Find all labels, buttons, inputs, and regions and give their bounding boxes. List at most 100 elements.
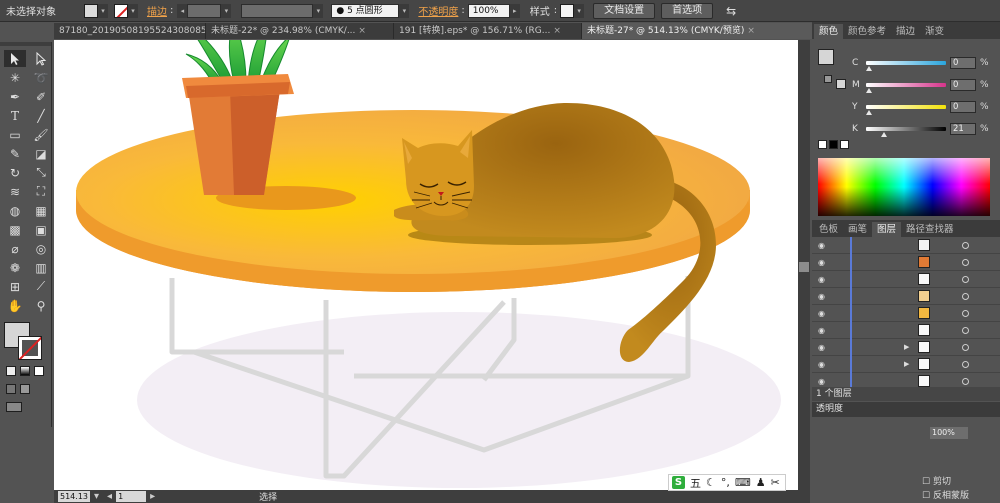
mesh-tool-icon[interactable]: ▩ [4,221,26,238]
m-slider[interactable] [866,83,946,93]
eye-icon[interactable]: ◉ [818,377,830,386]
layer-row[interactable]: ◉ ▶ [812,339,1000,356]
c-value-field[interactable]: 0 [950,57,976,69]
eye-icon[interactable]: ◉ [818,275,830,284]
expand-arrow-icon[interactable]: ▶ [904,360,909,368]
gradient-mode-icon[interactable] [20,366,30,376]
eye-icon[interactable]: ◉ [818,309,830,318]
tab-pathfinder[interactable]: 路径查找器 [901,222,959,237]
tab-stroke[interactable]: 描边 [891,24,920,39]
clip-checkbox[interactable]: ☐ 剪切 [922,474,951,487]
prev-artboard-icon[interactable]: ◂ [107,491,112,502]
vertical-scrollbar[interactable] [798,40,810,490]
tab-doc-1[interactable]: 87180_20190508195524308085.ai*× [54,23,206,39]
target-icon[interactable] [962,327,969,334]
user-icon[interactable]: ♟ [756,476,766,489]
eye-icon[interactable]: ◉ [818,343,830,352]
eye-icon[interactable]: ◉ [818,241,830,250]
fill-color-box[interactable] [818,49,834,65]
opacity-field[interactable]: 100% [930,427,968,439]
opacity-label[interactable]: 不透明度 [418,3,458,18]
c-slider[interactable] [866,61,946,71]
slider-knob[interactable] [866,66,872,71]
black-swatch[interactable] [829,140,838,149]
skin-icon[interactable]: ✂ [771,476,780,489]
k-slider[interactable] [866,127,946,137]
m-value-field[interactable]: 0 [950,79,976,91]
hand-tool-icon[interactable]: ✋ [4,297,26,314]
chevron-down-icon[interactable]: ▾ [94,491,99,502]
web-safe-color-icon[interactable] [836,79,846,89]
layer-row[interactable]: ◉ ▶ [812,356,1000,373]
stroke-weight-field[interactable] [187,3,222,18]
perspective-tool-icon[interactable]: ▦ [30,202,52,219]
brush-dropdown[interactable]: ▾ [399,3,410,18]
symbol-sprayer-tool-icon[interactable]: ❁ [4,259,26,276]
opacity-dropdown[interactable]: ▸ [509,3,520,18]
transparency-tab[interactable]: 透明度 [812,402,1000,417]
artboard-tool-icon[interactable]: ⊞ [4,278,26,295]
tab-color-guide[interactable]: 颜色参考 [843,24,891,39]
type-tool-icon[interactable]: T [4,107,26,124]
tab-doc-3[interactable]: 191 [转换].eps* @ 156.71% (RG... × [394,23,582,39]
style-dropdown[interactable]: ▾ [574,3,585,18]
tab-brushes[interactable]: 画笔 [843,222,872,237]
fill-swatch[interactable] [84,3,98,18]
eye-icon[interactable]: ◉ [818,326,830,335]
eraser-tool-icon[interactable]: ◪ [30,145,52,162]
variable-width-field[interactable] [241,3,314,18]
eye-icon[interactable]: ◉ [818,292,830,301]
eyedropper-tool-icon[interactable]: ⌀ [4,240,26,257]
rectangle-tool-icon[interactable]: ▭ [4,126,26,143]
layer-row[interactable]: ◉ [812,237,1000,254]
opacity-field[interactable]: 100% [467,3,510,18]
screen-mode-icon[interactable] [6,402,22,412]
eye-icon[interactable]: ◉ [818,258,830,267]
color-spectrum[interactable] [818,158,990,216]
tab-doc-2[interactable]: 未标题-22* @ 234.98% (CMYK/... × [206,23,394,39]
eye-icon[interactable]: ◉ [818,360,830,369]
variable-width-dropdown[interactable]: ▾ [313,3,324,18]
target-icon[interactable] [962,242,969,249]
ime-toolbar[interactable]: S 五 ☾ °, ⌨ ♟ ✂ [668,474,786,491]
stroke-swatch[interactable] [114,3,128,18]
scale-tool-icon[interactable]: ⤡ [30,164,52,181]
stroke-label[interactable]: 描边 [147,3,167,18]
curvature-tool-icon[interactable]: ✐ [30,88,52,105]
close-icon[interactable]: × [553,26,561,36]
white-swatch[interactable] [840,140,849,149]
magic-wand-tool-icon[interactable]: ✳ [4,69,26,86]
close-icon[interactable]: × [358,26,366,36]
slider-knob[interactable] [866,110,872,115]
artboard-number-field[interactable]: 1 [116,491,147,502]
slice-tool-icon[interactable]: ⟋ [30,278,52,295]
illustration[interactable] [54,40,798,490]
fill-dropdown[interactable]: ▾ [98,3,108,18]
invert-mask-checkbox[interactable]: ☐ 反相蒙版 [922,488,969,501]
expand-arrow-icon[interactable]: ▶ [904,343,909,351]
slider-knob[interactable] [881,132,887,137]
tab-doc-4-active[interactable]: 未标题-27* @ 514.13% (CMYK/预览) × [582,23,814,39]
line-tool-icon[interactable]: ╱ [30,107,52,124]
blend-tool-icon[interactable]: ◎ [30,240,52,257]
punctuation-icon[interactable]: °, [721,476,730,489]
out-of-gamut-icon[interactable] [824,75,832,83]
pencil-tool-icon[interactable]: ✎ [4,145,26,162]
shape-builder-tool-icon[interactable]: ◍ [4,202,26,219]
target-icon[interactable] [962,344,969,351]
none-mode-icon[interactable] [34,366,44,376]
selection-tool-icon[interactable] [4,50,26,67]
y-slider[interactable] [866,105,946,115]
stroke-weight-dropdown[interactable]: ▾ [221,3,232,18]
color-mode-icon[interactable] [6,366,16,376]
y-value-field[interactable]: 0 [950,101,976,113]
ime-mode[interactable]: 五 [690,475,701,491]
rotate-tool-icon[interactable]: ↻ [4,164,26,181]
moon-icon[interactable]: ☾ [706,476,716,489]
target-icon[interactable] [962,361,969,368]
column-graph-tool-icon[interactable]: ▥ [30,259,52,276]
zoom-tool-icon[interactable]: ⚲ [30,297,52,314]
paintbrush-tool-icon[interactable]: 🖌 [30,126,52,143]
layer-row[interactable]: ◉ [812,288,1000,305]
zoom-field[interactable]: 514.13 [58,491,90,502]
